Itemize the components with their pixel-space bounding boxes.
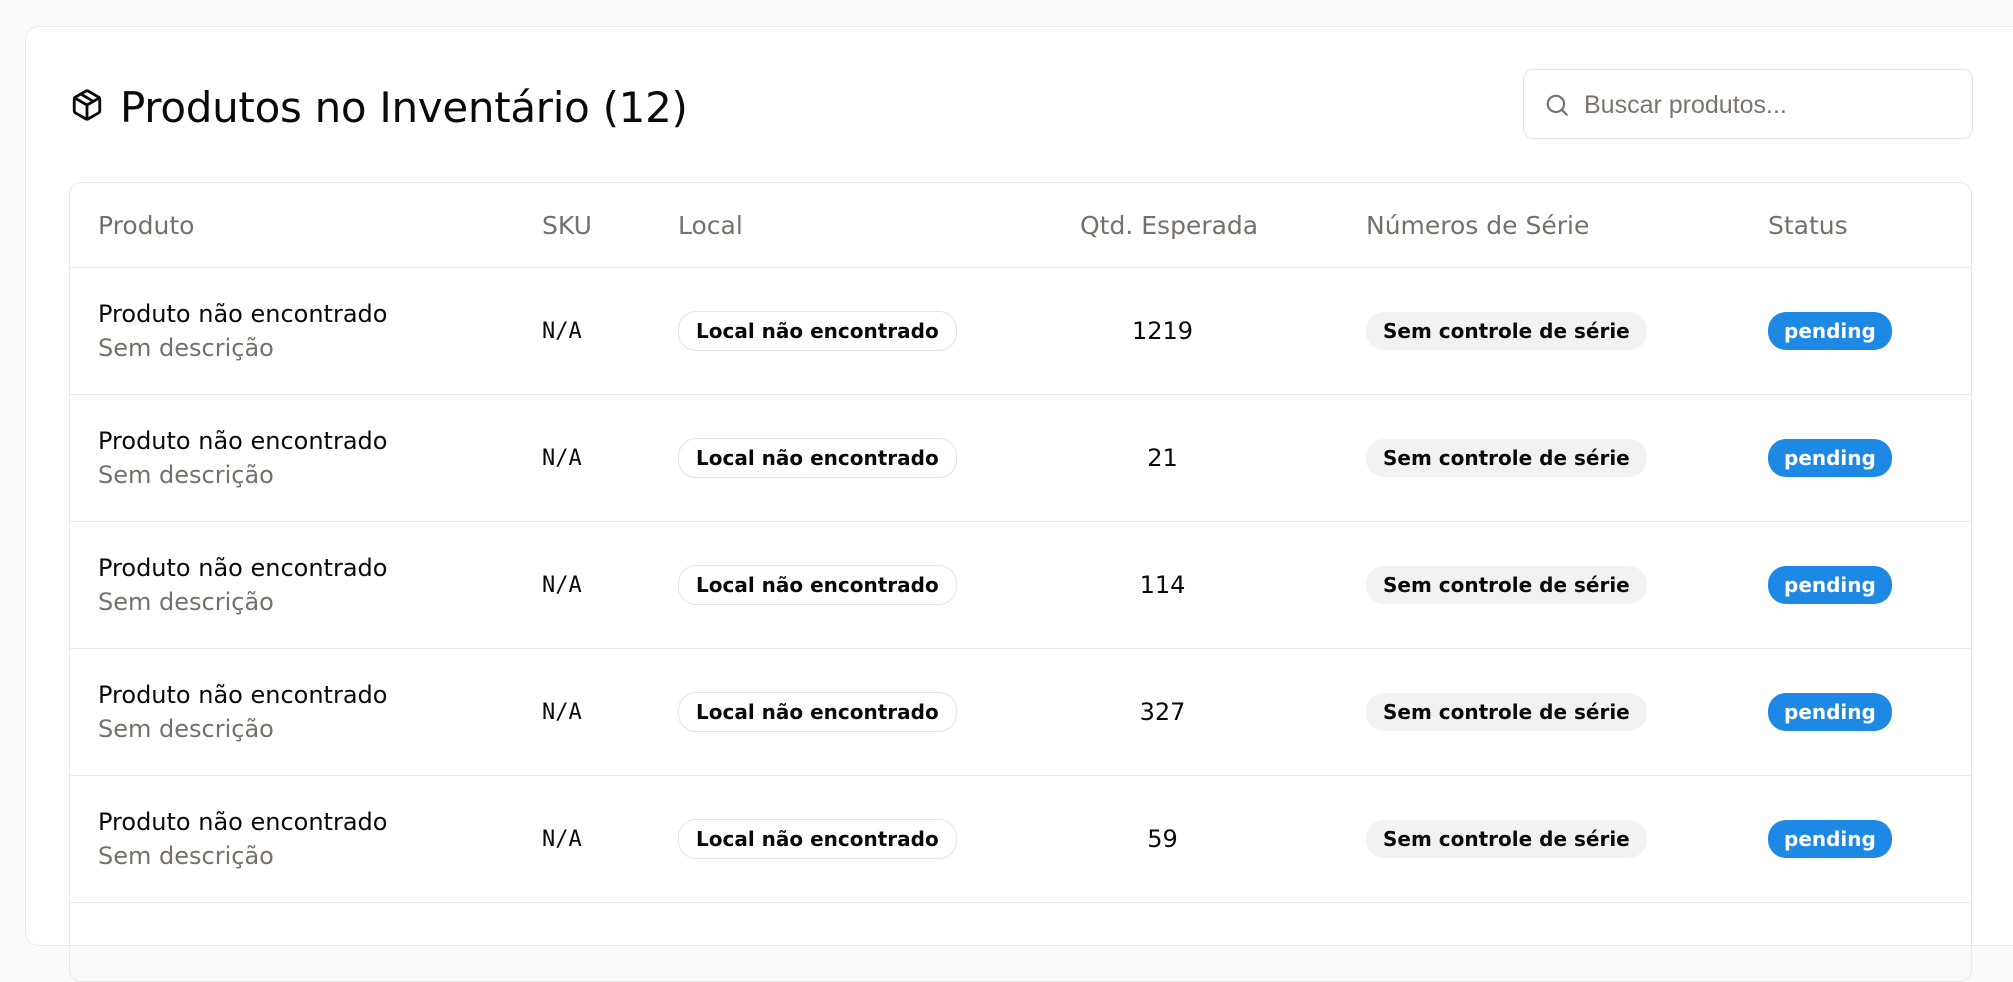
product-description: Sem descrição [98, 842, 274, 870]
expected-qty: 59 [1147, 825, 1178, 853]
table-row[interactable]: Produto não encontrado Sem descrição N/A… [70, 395, 1971, 522]
status-badge: pending [1768, 312, 1892, 350]
expected-qty: 114 [1139, 571, 1186, 599]
page-title: Produtos no Inventário (12) [120, 83, 688, 132]
products-table: Produto SKU Local Qtd. Esperada Números … [69, 182, 1972, 982]
location-badge: Local não encontrado [678, 311, 957, 351]
product-description: Sem descrição [98, 588, 274, 616]
header-produto[interactable]: Produto [98, 183, 194, 267]
table-row[interactable]: Produto não encontrado Sem descrição N/A… [70, 649, 1971, 776]
product-name: Produto não encontrado [98, 300, 388, 328]
table-row-partial [70, 903, 1971, 981]
serial-badge: Sem controle de série [1366, 312, 1647, 350]
serial-badge: Sem controle de série [1366, 566, 1647, 604]
serial-badge: Sem controle de série [1366, 820, 1647, 858]
product-sku: N/A [542, 445, 582, 471]
header-sku[interactable]: SKU [542, 183, 592, 267]
inventory-products-card: Produtos no Inventário (12) Produto SKU … [25, 26, 2013, 982]
card-header: Produtos no Inventário (12) [26, 27, 2013, 182]
product-name: Produto não encontrado [98, 427, 388, 455]
package-icon [70, 88, 104, 127]
expected-qty: 21 [1147, 444, 1178, 472]
header-serie[interactable]: Números de Série [1366, 183, 1589, 267]
product-name: Produto não encontrado [98, 681, 388, 709]
serial-badge: Sem controle de série [1366, 693, 1647, 731]
header-local[interactable]: Local [678, 183, 743, 267]
table-row[interactable]: Produto não encontrado Sem descrição N/A… [70, 776, 1971, 903]
product-description: Sem descrição [98, 461, 274, 489]
status-badge: pending [1768, 820, 1892, 858]
product-name: Produto não encontrado [98, 808, 388, 836]
status-badge: pending [1768, 693, 1892, 731]
expected-qty: 1219 [1131, 317, 1194, 345]
product-sku: N/A [542, 826, 582, 852]
expected-qty: 327 [1139, 698, 1186, 726]
product-sku: N/A [542, 318, 582, 344]
serial-badge: Sem controle de série [1366, 439, 1647, 477]
table-row[interactable]: Produto não encontrado Sem descrição N/A… [70, 268, 1971, 395]
search-input[interactable] [1584, 84, 1954, 126]
location-badge: Local não encontrado [678, 819, 957, 859]
location-badge: Local não encontrado [678, 565, 957, 605]
location-badge: Local não encontrado [678, 438, 957, 478]
table-header-row: Produto SKU Local Qtd. Esperada Números … [70, 183, 1971, 268]
status-badge: pending [1768, 439, 1892, 477]
product-sku: N/A [542, 572, 582, 598]
title-group: Produtos no Inventário (12) [70, 83, 688, 132]
table-row[interactable]: Produto não encontrado Sem descrição N/A… [70, 522, 1971, 649]
product-description: Sem descrição [98, 715, 274, 743]
header-qty[interactable]: Qtd. Esperada [1080, 183, 1258, 267]
search-box[interactable] [1523, 69, 1973, 139]
status-badge: pending [1768, 566, 1892, 604]
product-sku: N/A [542, 699, 582, 725]
location-badge: Local não encontrado [678, 692, 957, 732]
header-status[interactable]: Status [1768, 183, 1848, 267]
product-description: Sem descrição [98, 334, 274, 362]
product-name: Produto não encontrado [98, 554, 388, 582]
